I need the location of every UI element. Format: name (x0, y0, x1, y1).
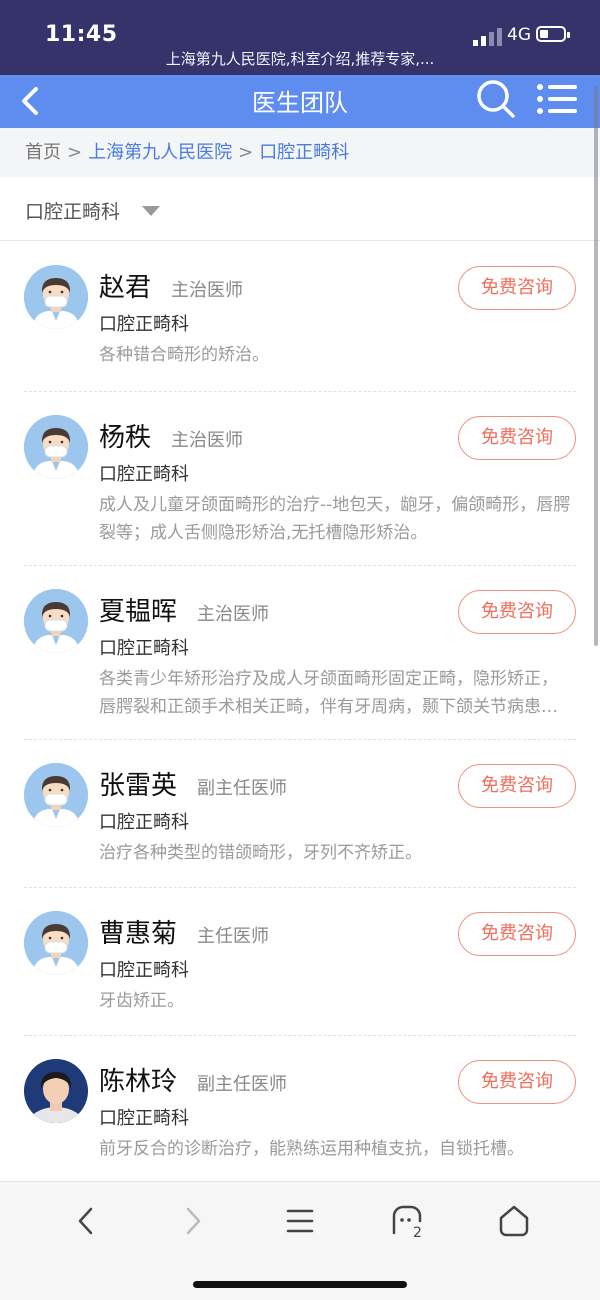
doctor-department: 口腔正畸科 (99, 314, 189, 335)
doctor-name[interactable]: 陈林玲 (99, 1067, 177, 1097)
free-consult-button[interactable]: 免费咨询 (458, 1060, 576, 1104)
network-type: 4G (507, 25, 531, 45)
doctor-list-item[interactable]: 陈林玲 副主任医师 口腔正畸科 前牙反合的诊断治疗，能熟练运用种植支抗，自锁托槽。… (24, 1035, 576, 1186)
doctor-list-item[interactable]: 张雷英 副主任医师 口腔正畸科 治疗各种类型的错颌畸形，牙列不齐矫正。 免费咨询 (24, 739, 576, 888)
doctor-specialty: 治疗各种类型的错颌畸形，牙列不齐矫正。 (99, 843, 422, 863)
signal-icon (473, 28, 502, 46)
free-consult-button[interactable]: 免费咨询 (458, 590, 576, 634)
doctor-title: 副主任医师 (197, 778, 288, 799)
doctor-list-item[interactable]: 赵君 主治医师 口腔正畸科 各种错合畸形的矫治。 免费咨询 (24, 241, 576, 392)
breadcrumb-separator: > (67, 142, 83, 163)
doctor-title: 副主任医师 (197, 1074, 288, 1095)
doctor-name[interactable]: 杨秩 (99, 423, 151, 453)
doctor-name[interactable]: 赵君 (99, 273, 151, 303)
doctor-specialty: 各种错合畸形的矫治。 (99, 345, 269, 365)
status-bar: 11:45 4G 上海第九人民医院,科室介绍,推荐专家,... (0, 0, 600, 75)
breadcrumb-department[interactable]: 口腔正畸科 (259, 142, 349, 163)
doctor-specialty: 牙齿矫正。 (99, 991, 184, 1011)
tabs-icon[interactable]: 2 (385, 1199, 429, 1243)
home-icon[interactable] (492, 1199, 536, 1243)
doctor-avatar[interactable] (24, 911, 88, 975)
breadcrumb-hospital[interactable]: 上海第九人民医院 (88, 142, 232, 163)
doctor-name[interactable]: 夏韫晖 (99, 597, 177, 627)
doctor-name[interactable]: 曹惠菊 (99, 919, 177, 949)
doctor-avatar[interactable] (24, 415, 88, 479)
doctor-department: 口腔正畸科 (99, 464, 189, 485)
tabs-count: 2 (413, 1225, 422, 1241)
nav-bar: 医生团队 (0, 75, 600, 128)
doctor-name[interactable]: 张雷英 (99, 771, 177, 801)
breadcrumb: 首页 > 上海第九人民医院 > 口腔正畸科 (0, 128, 600, 177)
free-consult-button[interactable]: 免费咨询 (458, 416, 576, 460)
doctor-title: 主治医师 (171, 430, 244, 451)
scrollbar[interactable] (594, 86, 598, 646)
department-filter-label[interactable]: 口腔正畸科 (25, 197, 120, 224)
search-icon[interactable] (474, 77, 518, 121)
back-icon[interactable] (64, 1199, 108, 1243)
doctor-department: 口腔正畸科 (99, 812, 189, 833)
doctor-title: 主任医师 (197, 926, 270, 947)
list-menu-icon[interactable] (535, 79, 579, 119)
menu-icon[interactable] (278, 1199, 322, 1243)
status-time: 11:45 (45, 22, 118, 47)
doctor-list-item[interactable]: 夏韫晖 主治医师 口腔正畸科 各类青少年矫形治疗及成人牙颌面畸形固定正畸，隐形矫正… (24, 565, 576, 740)
doctor-title: 主治医师 (171, 280, 244, 301)
doctor-avatar[interactable] (24, 763, 88, 827)
dropdown-caret-icon[interactable] (142, 206, 160, 216)
breadcrumb-separator: > (238, 142, 254, 163)
doctor-department: 口腔正畸科 (99, 638, 189, 659)
free-consult-button[interactable]: 免费咨询 (458, 764, 576, 808)
doctor-avatar[interactable] (24, 589, 88, 653)
forward-icon[interactable] (171, 1199, 215, 1243)
doctor-avatar[interactable] (24, 265, 88, 329)
doctor-title: 主治医师 (197, 604, 270, 625)
doctor-avatar[interactable] (24, 1059, 88, 1123)
doctor-specialty: 前牙反合的诊断治疗，能熟练运用种植支抗，自锁托槽。 (99, 1139, 524, 1159)
doctor-specialty: 成人及儿童牙颌面畸形的治疗--地包天，龅牙，偏颌畸形，唇腭裂等；成人舌侧隐形矫治… (99, 495, 571, 543)
free-consult-button[interactable]: 免费咨询 (458, 266, 576, 310)
home-indicator[interactable] (193, 1281, 407, 1288)
department-filter[interactable]: 口腔正畸科 (0, 177, 600, 241)
doctor-list-item[interactable]: 杨秩 主治医师 口腔正畸科 成人及儿童牙颌面畸形的治疗--地包天，龅牙，偏颌畸形，… (24, 391, 576, 566)
battery-icon (536, 26, 570, 42)
doctor-department: 口腔正畸科 (99, 960, 189, 981)
free-consult-button[interactable]: 免费咨询 (458, 912, 576, 956)
doctor-list-item[interactable]: 曹惠菊 主任医师 口腔正畸科 牙齿矫正。 免费咨询 (24, 887, 576, 1036)
breadcrumb-home[interactable]: 首页 (25, 142, 61, 163)
doctor-specialty: 各类青少年矫形治疗及成人牙颌面畸形固定正畸，隐形矫正，唇腭裂和正颌手术相关正畸，… (99, 669, 558, 717)
page-url-title[interactable]: 上海第九人民医院,科室介绍,推荐专家,... (0, 48, 600, 69)
doctor-department: 口腔正畸科 (99, 1108, 189, 1129)
